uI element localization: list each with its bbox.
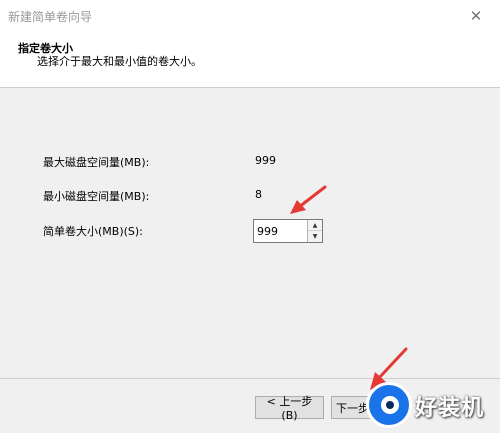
watermark-text: 好装机 [415, 396, 485, 421]
spin-up-icon[interactable]: ▲ [308, 220, 322, 231]
watermark-logo: 好装机 [360, 378, 500, 433]
window-title: 新建简单卷向导 [8, 10, 93, 24]
max-size-label: 最大磁盘空间量(MB): [43, 156, 150, 169]
volume-size-input[interactable] [254, 220, 308, 242]
title-bar: 新建简单卷向导 ✕ [0, 0, 500, 31]
wizard-header: 指定卷大小 选择介于最大和最小值的卷大小。 [0, 31, 500, 88]
back-button[interactable]: < 上一步(B) [255, 395, 324, 422]
max-size-value: 999 [255, 154, 276, 167]
volume-size-label: 简单卷大小(MB)(S): [43, 225, 143, 238]
min-size-value: 8 [255, 188, 262, 201]
spin-down-icon[interactable]: ▼ [308, 231, 322, 242]
page-subtitle: 选择介于最大和最小值的卷大小。 [37, 55, 202, 68]
eye-pupil [386, 401, 394, 409]
min-size-label: 最小磁盘空间量(MB): [43, 190, 150, 203]
volume-size-stepper[interactable]: ▲ ▼ [253, 219, 323, 243]
spin-buttons: ▲ ▼ [307, 220, 322, 242]
close-icon[interactable]: ✕ [454, 0, 498, 31]
eye-white [381, 396, 399, 414]
eye-logo-icon [366, 382, 412, 428]
